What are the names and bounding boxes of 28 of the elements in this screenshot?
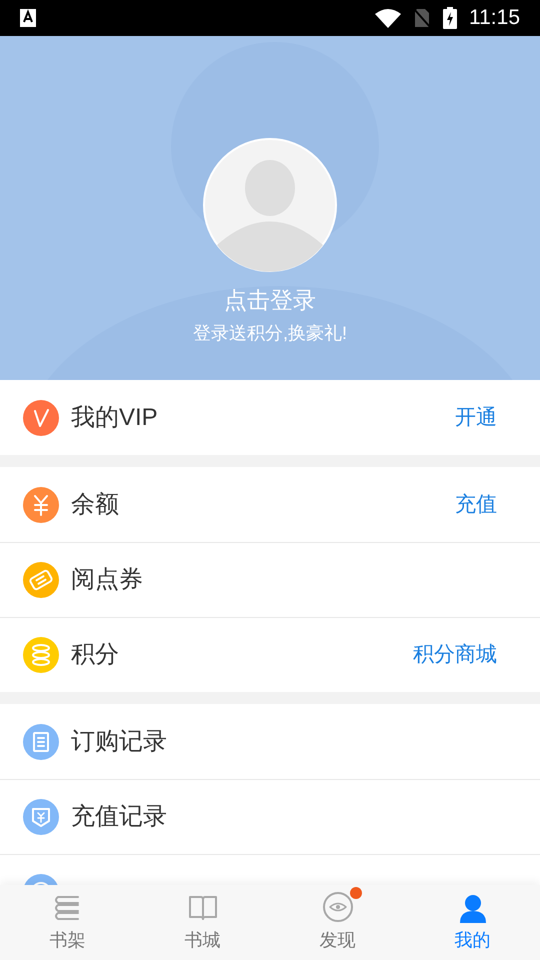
status-time: 11:15 <box>469 5 520 32</box>
menu-row[interactable]: 阅点券 <box>0 542 540 617</box>
menu-label: 积分 <box>71 640 119 670</box>
no-sim-icon <box>413 8 431 28</box>
action-link[interactable]: 充值 <box>455 488 497 520</box>
menu-row[interactable]: 我的VIP 开通 <box>0 380 540 455</box>
menu-row[interactable]: 充值记录 <box>0 779 540 854</box>
nav-tab[interactable]: 我的 <box>405 885 540 960</box>
nav-tab[interactable]: 书架 <box>0 885 135 960</box>
menu-row[interactable]: 余额 充值 <box>0 467 540 542</box>
menu-row[interactable]: 积分 积分商城 <box>0 617 540 692</box>
menu-label: 充值记录 <box>71 802 167 832</box>
menu-label: 我的VIP <box>71 402 158 432</box>
wifi-icon <box>375 8 401 28</box>
action-link[interactable]: 积分商城 <box>413 639 497 671</box>
nav-tab[interactable]: 发现 <box>270 885 405 960</box>
book-icon <box>186 893 218 923</box>
login-hint: 登录送积分,换豪礼! <box>192 322 347 345</box>
battery-charging-icon <box>443 7 457 29</box>
menu-label: 订购记录 <box>71 726 167 756</box>
nav-tab[interactable]: 书城 <box>135 885 270 960</box>
action-link[interactable]: 开通 <box>455 402 497 434</box>
menu-label: 余额 <box>71 490 119 520</box>
notification-icon <box>20 9 36 27</box>
avatar[interactable] <box>202 138 337 272</box>
eye-icon <box>322 891 354 923</box>
menu-row[interactable]: 订购记录 <box>0 704 540 779</box>
menu-label: 阅点券 <box>71 565 143 595</box>
